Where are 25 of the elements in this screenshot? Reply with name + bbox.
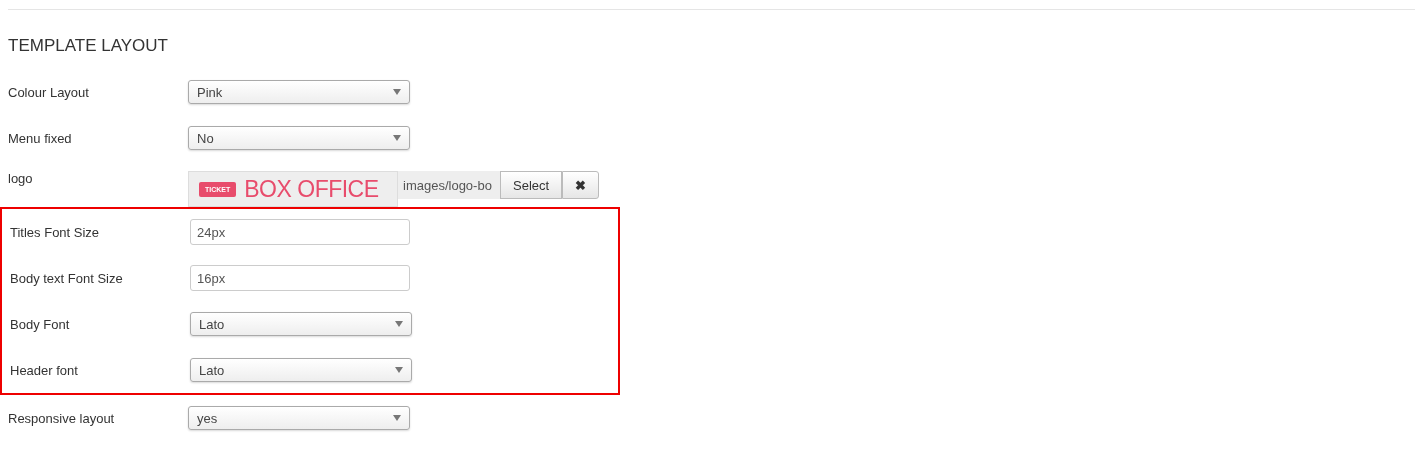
logo-text: BOX OFFICE [244,175,379,203]
field-label: Body text Font Size [10,270,124,286]
dropdown[interactable]: No [188,126,410,150]
caret-icon [393,135,401,141]
dropdown[interactable]: Lato [190,358,412,382]
field-label: Menu fixed [8,130,73,146]
section-title: TEMPLATE LAYOUT [8,36,169,56]
caret-icon [393,415,401,421]
caret-icon [395,321,403,327]
input-field[interactable]: 16px [190,265,410,291]
path-field[interactable]: images/logo-bo [398,171,500,199]
caret-icon [395,367,403,373]
clear-button[interactable]: ✖ [562,171,600,199]
dropdown[interactable]: yes [188,406,410,430]
field-label: Header font [10,362,79,378]
input-field[interactable]: 24px [190,219,410,245]
field-label: Colour Layout [8,84,90,100]
field-label: Responsive layout [8,410,116,426]
dropdown[interactable]: Pink [188,80,410,104]
field-label: Titles Font Size [10,224,101,240]
field-label: logo [8,171,34,186]
dropdown[interactable]: Lato [190,312,412,336]
select-button[interactable]: Select [500,171,563,199]
field-label: Body Font [10,316,71,332]
caret-icon [393,89,401,95]
